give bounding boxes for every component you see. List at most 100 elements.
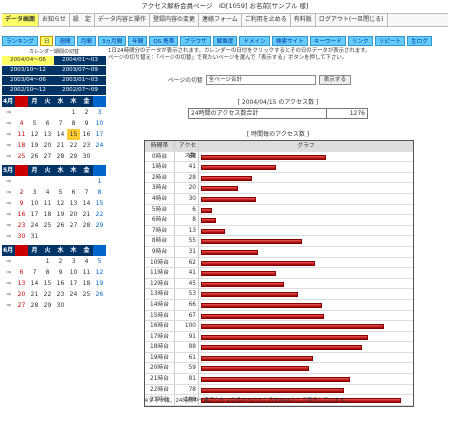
calendar-day[interactable]: 14 bbox=[28, 278, 41, 289]
calendar-day[interactable]: 10 bbox=[93, 118, 106, 129]
report-tab[interactable]: リンク bbox=[347, 36, 373, 46]
calendar-day[interactable]: 24 bbox=[93, 140, 106, 151]
week-arrow-icon[interactable]: ⇒ bbox=[2, 176, 15, 187]
calendar-day[interactable]: 12 bbox=[54, 198, 67, 209]
calendar-day[interactable]: 18 bbox=[80, 278, 93, 289]
calendar-day[interactable]: 4 bbox=[15, 118, 28, 129]
calendar-day[interactable]: 6 bbox=[67, 187, 80, 198]
calendar-day[interactable]: 13 bbox=[67, 198, 80, 209]
calendar-day[interactable]: 20 bbox=[41, 140, 54, 151]
week-arrow-icon[interactable]: ⇒ bbox=[2, 151, 15, 162]
calendar-day[interactable]: 9 bbox=[54, 267, 67, 278]
calendar-day[interactable]: 8 bbox=[93, 187, 106, 198]
calendar-day[interactable]: 2 bbox=[54, 256, 67, 267]
calendar-day[interactable]: 28 bbox=[54, 151, 67, 162]
calendar-day[interactable]: 21 bbox=[54, 140, 67, 151]
report-tab[interactable]: 解像度 bbox=[212, 36, 238, 46]
week-arrow-icon[interactable]: ⇒ bbox=[2, 198, 15, 209]
week-arrow-icon[interactable]: ⇒ bbox=[2, 300, 15, 311]
nav-item[interactable]: ログアウト(一旦閉じる) bbox=[316, 14, 388, 26]
report-tab[interactable]: 検索サイト bbox=[271, 36, 308, 46]
period-link[interactable]: 2004/04〜06 bbox=[2, 56, 54, 65]
calendar-day[interactable]: 17 bbox=[28, 209, 41, 220]
calendar-day[interactable]: 17 bbox=[93, 129, 106, 140]
calendar-day[interactable]: 26 bbox=[93, 289, 106, 300]
period-link[interactable]: 2002/07〜09 bbox=[54, 86, 106, 95]
report-tab[interactable]: 年間 bbox=[128, 36, 148, 46]
period-link[interactable]: 2002/10〜12 bbox=[2, 86, 54, 95]
report-tab[interactable]: リピート bbox=[374, 36, 406, 46]
calendar-day[interactable]: 16 bbox=[15, 209, 28, 220]
period-link[interactable]: 2003/01〜03 bbox=[54, 76, 106, 85]
calendar-day[interactable]: 23 bbox=[80, 140, 93, 151]
report-tab[interactable]: ブラウザ bbox=[180, 36, 211, 46]
calendar-day[interactable]: 28 bbox=[80, 220, 93, 231]
calendar-day[interactable]: 22 bbox=[67, 140, 80, 151]
calendar-day[interactable]: 12 bbox=[93, 267, 106, 278]
calendar-day[interactable]: 20 bbox=[15, 289, 28, 300]
calendar-day[interactable]: 5 bbox=[93, 256, 106, 267]
calendar-day[interactable]: 11 bbox=[41, 198, 54, 209]
week-arrow-icon[interactable]: ⇒ bbox=[2, 107, 15, 118]
calendar-day[interactable]: 11 bbox=[15, 129, 28, 140]
calendar-day[interactable]: 30 bbox=[80, 151, 93, 162]
calendar-day[interactable]: 27 bbox=[15, 300, 28, 311]
calendar-day[interactable]: 27 bbox=[41, 151, 54, 162]
nav-item[interactable]: お知らせ bbox=[39, 14, 70, 26]
calendar-day[interactable]: 15 bbox=[41, 278, 54, 289]
report-tab[interactable]: 日 bbox=[39, 36, 54, 46]
period-link[interactable]: 2003/07〜09 bbox=[54, 66, 106, 75]
calendar-day[interactable]: 18 bbox=[15, 140, 28, 151]
calendar-day[interactable]: 23 bbox=[54, 289, 67, 300]
calendar-day[interactable]: 24 bbox=[67, 289, 80, 300]
calendar-day[interactable]: 2 bbox=[80, 107, 93, 118]
calendar-day[interactable]: 19 bbox=[28, 140, 41, 151]
calendar-day[interactable]: 13 bbox=[15, 278, 28, 289]
calendar-day[interactable]: 22 bbox=[93, 209, 106, 220]
report-tab[interactable]: 週間 bbox=[55, 36, 75, 46]
calendar-day[interactable]: 24 bbox=[28, 220, 41, 231]
calendar-day[interactable]: 2 bbox=[15, 187, 28, 198]
week-arrow-icon[interactable]: ⇒ bbox=[2, 187, 15, 198]
report-tab[interactable]: キーワード bbox=[309, 36, 346, 46]
week-arrow-icon[interactable]: ⇒ bbox=[2, 118, 15, 129]
calendar-day[interactable]: 29 bbox=[67, 151, 80, 162]
calendar-day[interactable]: 29 bbox=[41, 300, 54, 311]
calendar-day[interactable]: 26 bbox=[54, 220, 67, 231]
calendar-day[interactable]: 30 bbox=[15, 231, 28, 242]
calendar-day[interactable]: 19 bbox=[93, 278, 106, 289]
calendar-day[interactable]: 18 bbox=[41, 209, 54, 220]
report-tab[interactable]: 月間 bbox=[76, 36, 96, 46]
report-tab[interactable]: ドメイン bbox=[239, 36, 270, 46]
nav-item[interactable]: 設 定 bbox=[70, 14, 95, 26]
period-link[interactable]: 2004/01〜03 bbox=[54, 56, 106, 65]
calendar-day[interactable]: 15 bbox=[67, 129, 80, 140]
nav-item[interactable]: 連絡フォーム bbox=[199, 14, 242, 26]
calendar-day[interactable]: 19 bbox=[54, 209, 67, 220]
week-arrow-icon[interactable]: ⇒ bbox=[2, 267, 15, 278]
calendar-day[interactable]: 9 bbox=[15, 198, 28, 209]
calendar-day[interactable]: 1 bbox=[67, 107, 80, 118]
calendar-day[interactable]: 13 bbox=[41, 129, 54, 140]
nav-item[interactable]: ご利用を止める bbox=[242, 14, 291, 26]
calendar-day[interactable]: 29 bbox=[93, 220, 106, 231]
calendar-day[interactable]: 8 bbox=[41, 267, 54, 278]
report-tab[interactable]: 3ヵ月間 bbox=[97, 36, 127, 46]
calendar-day[interactable]: 4 bbox=[80, 256, 93, 267]
calendar-day[interactable]: 25 bbox=[80, 289, 93, 300]
nav-item[interactable]: 登録内容の変更 bbox=[150, 14, 199, 26]
report-tab[interactable]: 生ログ bbox=[407, 36, 432, 46]
calendar-day[interactable]: 4 bbox=[41, 187, 54, 198]
calendar-day[interactable]: 14 bbox=[54, 129, 67, 140]
nav-item[interactable]: 有料版 bbox=[291, 14, 316, 26]
calendar-day[interactable]: 30 bbox=[54, 300, 67, 311]
calendar-day[interactable]: 21 bbox=[28, 289, 41, 300]
calendar-day[interactable]: 11 bbox=[80, 267, 93, 278]
calendar-day[interactable]: 12 bbox=[28, 129, 41, 140]
calendar-day[interactable]: 15 bbox=[93, 198, 106, 209]
nav-item[interactable]: データ内容と操作 bbox=[95, 14, 150, 26]
calendar-day[interactable]: 10 bbox=[28, 198, 41, 209]
report-tab[interactable]: OS 携帯 bbox=[149, 36, 179, 46]
calendar-day[interactable]: 20 bbox=[67, 209, 80, 220]
calendar-day[interactable]: 23 bbox=[15, 220, 28, 231]
